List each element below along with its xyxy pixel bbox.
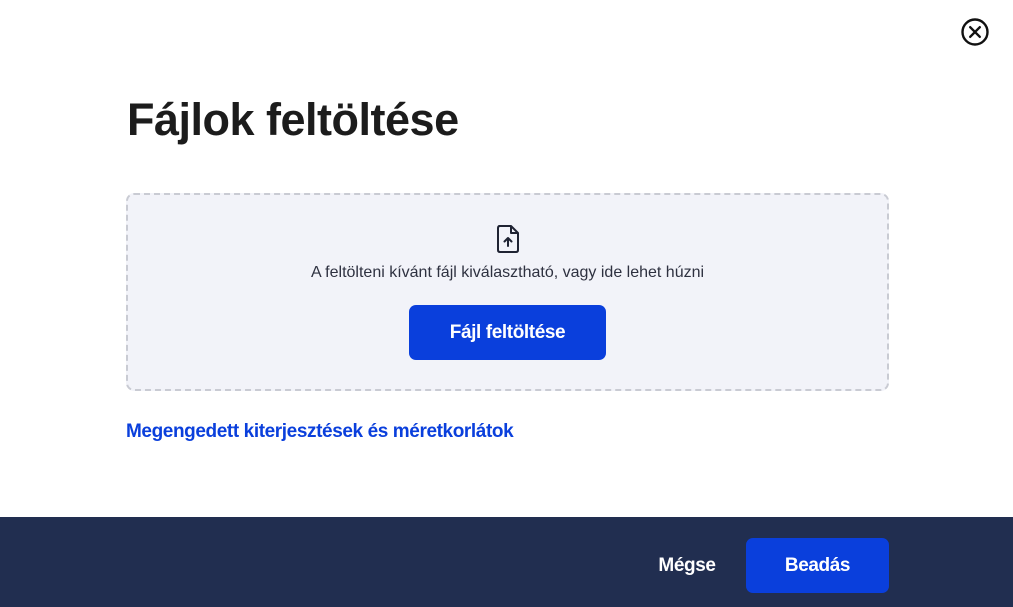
- cancel-button[interactable]: Mégse: [640, 538, 734, 593]
- upload-dialog: Fájlok feltöltése A feltölteni kívánt fá…: [0, 0, 1013, 607]
- close-button[interactable]: [960, 17, 990, 47]
- dialog-footer: Mégse Beadás: [0, 517, 1013, 607]
- dropzone-instruction: A feltölteni kívánt fájl kiválasztható, …: [310, 264, 705, 281]
- file-upload-icon: [495, 224, 521, 254]
- file-dropzone[interactable]: A feltölteni kívánt fájl kiválasztható, …: [126, 193, 889, 391]
- allowed-extensions-link[interactable]: Megengedett kiterjesztések és méretkorlá…: [126, 421, 514, 443]
- dialog-title: Fájlok feltöltése: [127, 94, 459, 145]
- upload-file-button[interactable]: Fájl feltöltése: [409, 305, 606, 360]
- close-circle-icon: [961, 18, 989, 46]
- submit-button[interactable]: Beadás: [746, 538, 889, 593]
